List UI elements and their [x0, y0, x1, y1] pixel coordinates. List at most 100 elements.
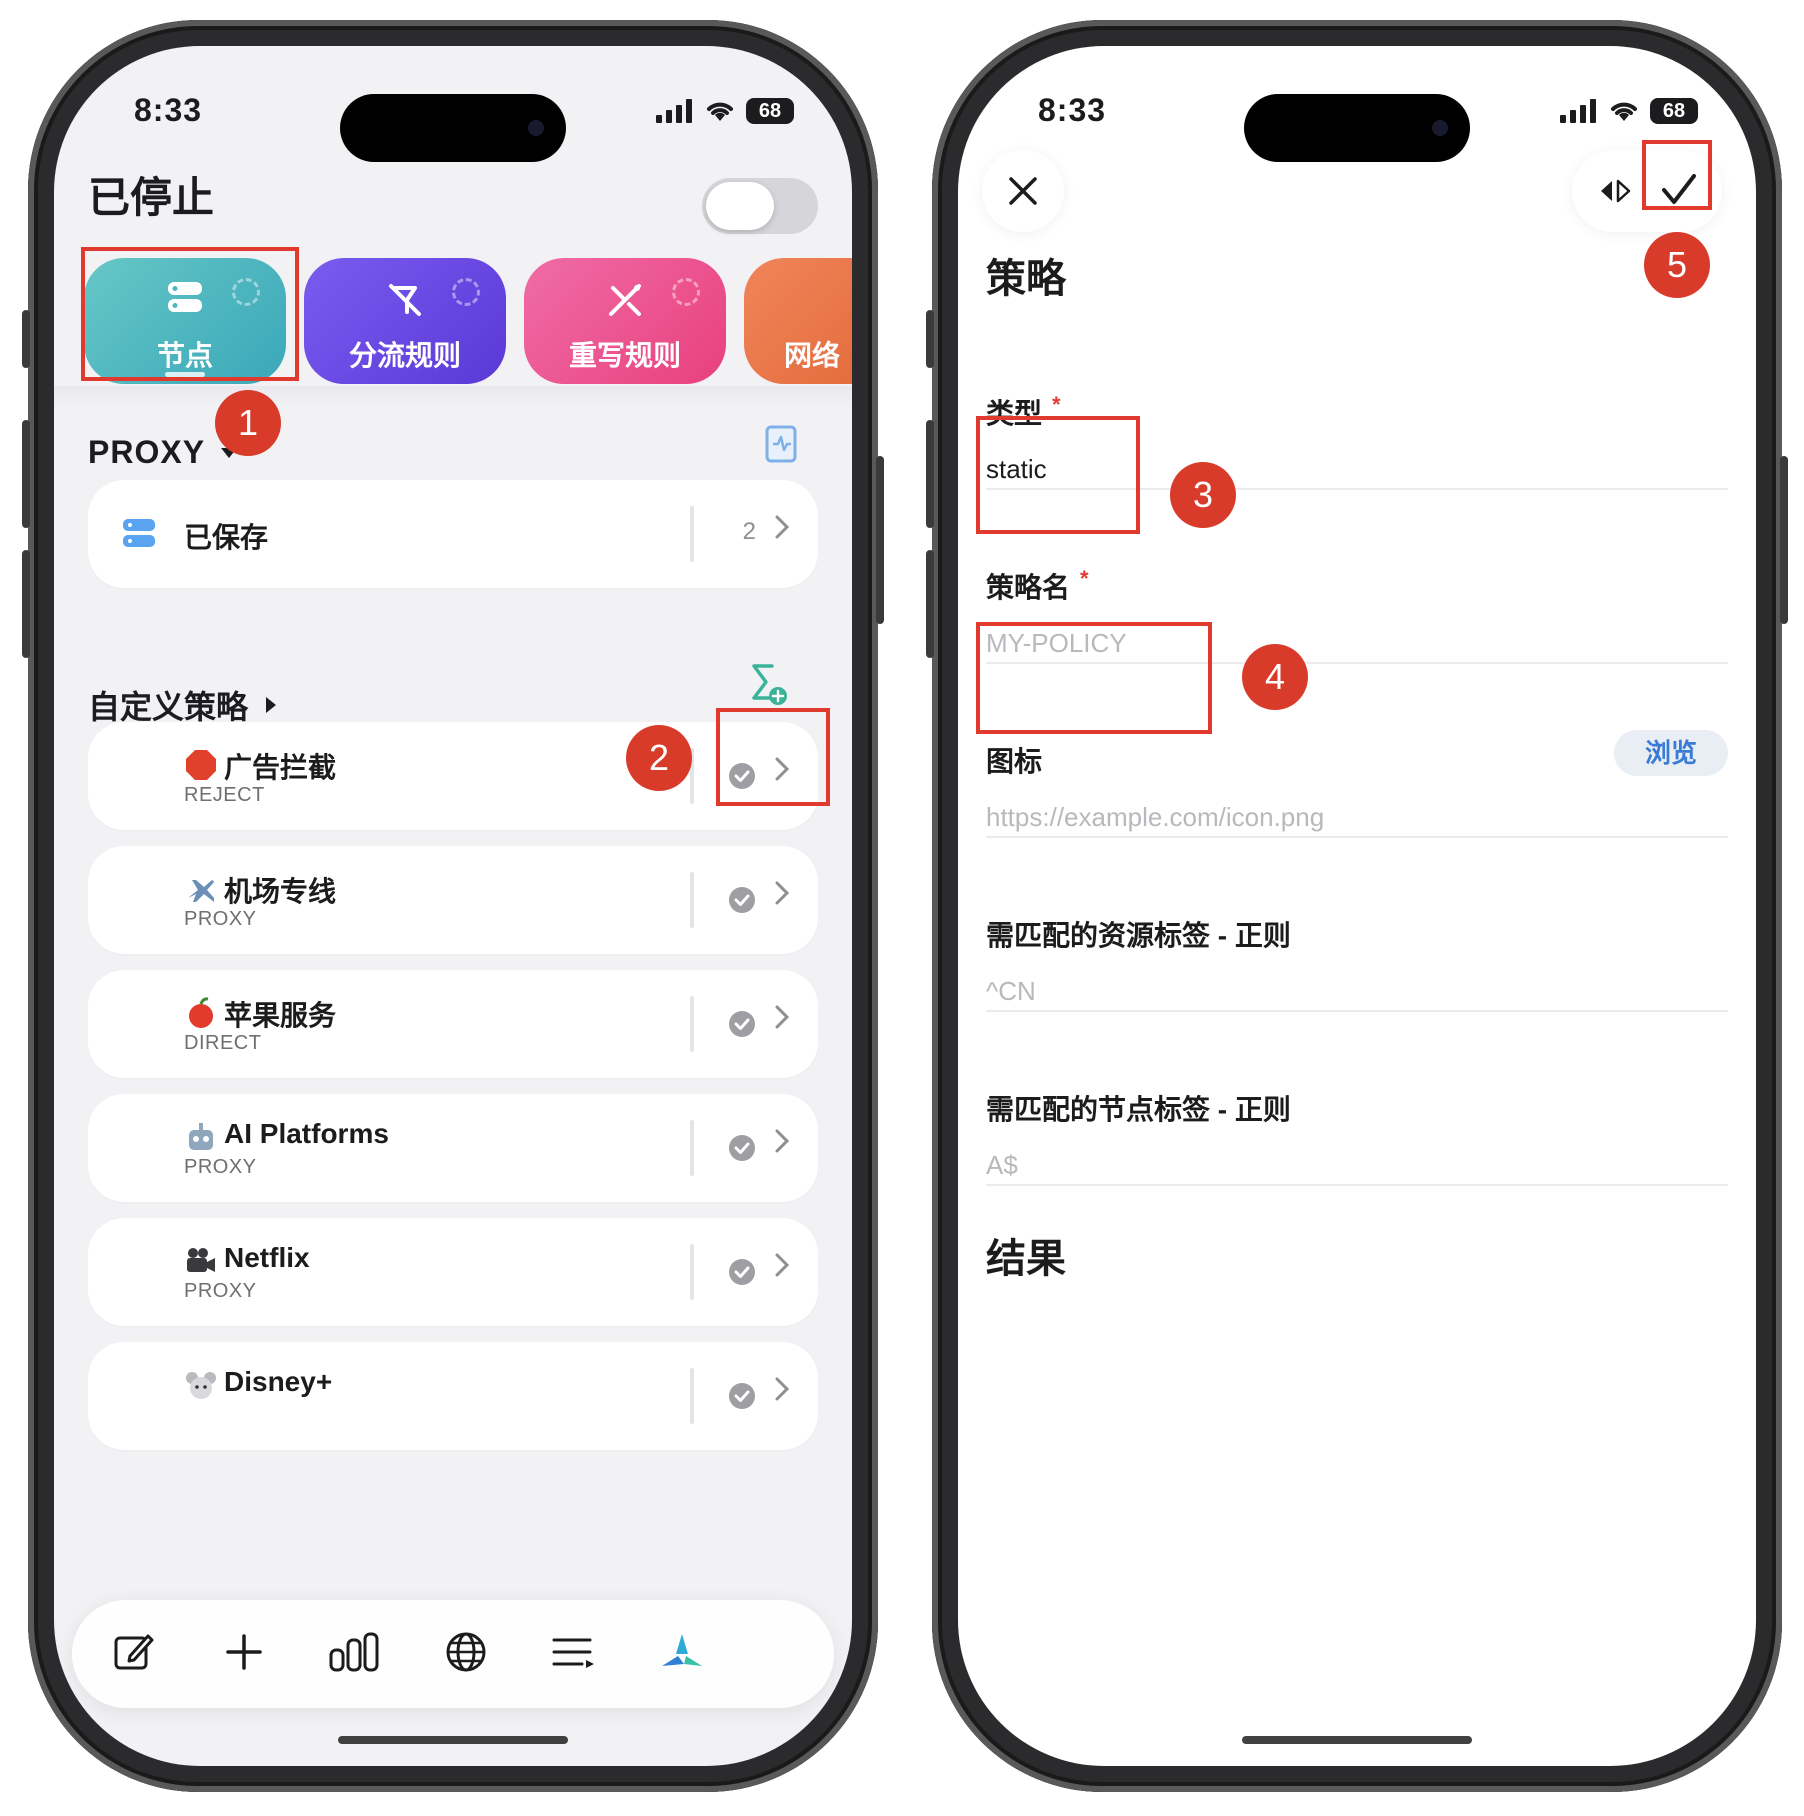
saved-proxies-card[interactable]: 已保存 2 — [88, 480, 818, 588]
server-icon — [123, 519, 155, 547]
step-badge-3: 3 — [1170, 462, 1236, 528]
policy-name: 机场专线 — [224, 876, 337, 907]
node-regex-input[interactable]: A$ — [986, 1150, 1728, 1181]
tile-network-label: 网络 — [784, 340, 841, 371]
icon-url-input[interactable]: https://example.com/icon.png — [986, 802, 1728, 833]
tile-rewrite-rules-label: 重写规则 — [568, 340, 681, 371]
wifi-icon — [1611, 102, 1637, 121]
tile-split-rules[interactable]: 分流规则 — [304, 258, 506, 384]
highlight-box-policy-name — [976, 622, 1212, 734]
check-circle-icon — [729, 1135, 755, 1161]
status-time: 8:33 — [134, 92, 203, 128]
saved-proxies-label: 已保存 — [184, 522, 269, 553]
action-button — [22, 310, 30, 368]
cellular-signal-icon — [656, 99, 692, 123]
rewrite-rules-icon — [609, 284, 641, 316]
policy-card[interactable]: 苹果服务 DIRECT — [88, 970, 818, 1078]
proxy-group-selector[interactable]: PROXY — [88, 434, 239, 471]
policy-name: 广告拦截 — [224, 752, 337, 783]
policy-subtitle: PROXY — [184, 1156, 257, 1178]
globe-icon[interactable] — [444, 1630, 488, 1674]
apple-icon — [189, 997, 213, 1028]
volume-down-button — [22, 550, 30, 658]
power-button — [876, 456, 884, 624]
policy-subtitle: DIRECT — [184, 1032, 262, 1054]
browse-button[interactable]: 浏览 — [1614, 730, 1728, 776]
add-policy-group-icon[interactable] — [748, 662, 788, 706]
chevron-right-icon — [775, 1129, 790, 1153]
chevron-right-icon — [775, 1253, 790, 1277]
policy-name-label: 策略名 — [986, 572, 1071, 603]
mouse-icon — [186, 1372, 216, 1399]
volume-down-button — [926, 550, 934, 658]
policy-subtitle: REJECT — [184, 784, 265, 806]
resource-regex-field[interactable]: 需匹配的资源标签 - 正则 ^CN — [986, 914, 1728, 1012]
proxy-group-label: PROXY — [88, 434, 206, 470]
tile-network[interactable]: 网络 — [744, 258, 852, 384]
close-button[interactable] — [982, 150, 1064, 232]
volume-up-button — [22, 420, 30, 528]
policy-name: 苹果服务 — [224, 1000, 337, 1031]
saved-proxies-count: 2 — [742, 518, 756, 545]
icon-field[interactable]: 图标 浏览 https://example.com/icon.png — [986, 730, 1728, 838]
stats-icon[interactable] — [328, 1630, 380, 1674]
step-badge-2: 2 — [626, 725, 692, 791]
resource-regex-input[interactable]: ^CN — [986, 976, 1728, 1007]
policy-subtitle: PROXY — [184, 908, 257, 930]
battery-indicator: 68 — [746, 98, 794, 124]
highlight-box-nodes — [81, 247, 299, 381]
resource-regex-label: 需匹配的资源标签 - 正则 — [986, 920, 1291, 951]
dynamic-island — [1244, 94, 1470, 162]
stop-sign-icon — [186, 750, 216, 780]
policy-page-title: 策略 — [986, 257, 1066, 301]
node-regex-label: 需匹配的节点标签 - 正则 — [986, 1094, 1291, 1125]
airplane-icon — [188, 880, 214, 902]
policy-name: Disney+ — [224, 1366, 333, 1397]
node-regex-field[interactable]: 需匹配的节点标签 - 正则 A$ — [986, 1088, 1728, 1186]
check-circle-icon — [729, 1383, 755, 1409]
policy-card[interactable]: Netflix PROXY — [88, 1218, 818, 1326]
caret-right-icon — [266, 697, 277, 713]
tile-rewrite-rules[interactable]: 重写规则 — [524, 258, 726, 384]
movie-camera-icon — [187, 1248, 215, 1272]
plus-icon[interactable] — [222, 1630, 266, 1674]
policy-subtitle: PROXY — [184, 1280, 257, 1302]
step-badge-4: 4 — [1242, 644, 1308, 710]
policy-card[interactable]: 广告拦截 REJECT — [88, 722, 818, 830]
cellular-signal-icon — [1560, 99, 1596, 123]
wifi-icon — [707, 102, 733, 121]
edit-icon[interactable] — [112, 1630, 156, 1674]
required-mark: * — [1052, 392, 1061, 417]
close-icon — [1009, 177, 1037, 205]
tile-split-rules-label: 分流规则 — [348, 340, 461, 371]
vpn-toggle[interactable] — [702, 178, 818, 234]
app-logo-icon[interactable] — [658, 1630, 706, 1674]
highlight-box-confirm — [1642, 140, 1712, 210]
policy-card[interactable]: AI Platforms PROXY — [88, 1094, 818, 1202]
volume-up-button — [926, 420, 934, 528]
chevron-right-icon — [775, 1377, 790, 1401]
chevron-right-icon — [775, 1005, 790, 1029]
robot-icon — [189, 1123, 213, 1150]
header-divider — [54, 386, 852, 406]
result-section-title: 结果 — [986, 1237, 1066, 1281]
action-button — [926, 310, 934, 368]
policy-name: Netflix — [224, 1242, 310, 1273]
vpn-status-title: 已停止 — [88, 174, 215, 221]
bottom-toolbar — [72, 1600, 834, 1708]
dynamic-island — [340, 94, 566, 162]
chevron-right-icon — [775, 515, 790, 539]
split-view-icon[interactable] — [1598, 178, 1632, 204]
status-time: 8:33 — [1038, 92, 1107, 128]
highlight-box-type — [976, 416, 1140, 534]
power-button — [1780, 456, 1788, 624]
highlight-box-add-policy — [716, 708, 830, 806]
home-indicator — [1242, 1736, 1472, 1744]
policy-name: AI Platforms — [224, 1118, 389, 1149]
chevron-right-icon — [775, 881, 790, 905]
policy-card[interactable]: 机场专线 PROXY — [88, 846, 818, 954]
proxy-document-icon[interactable] — [764, 424, 798, 464]
home-indicator — [338, 1736, 568, 1744]
list-icon[interactable] — [550, 1630, 598, 1674]
policy-card[interactable]: Disney+ — [88, 1342, 818, 1450]
